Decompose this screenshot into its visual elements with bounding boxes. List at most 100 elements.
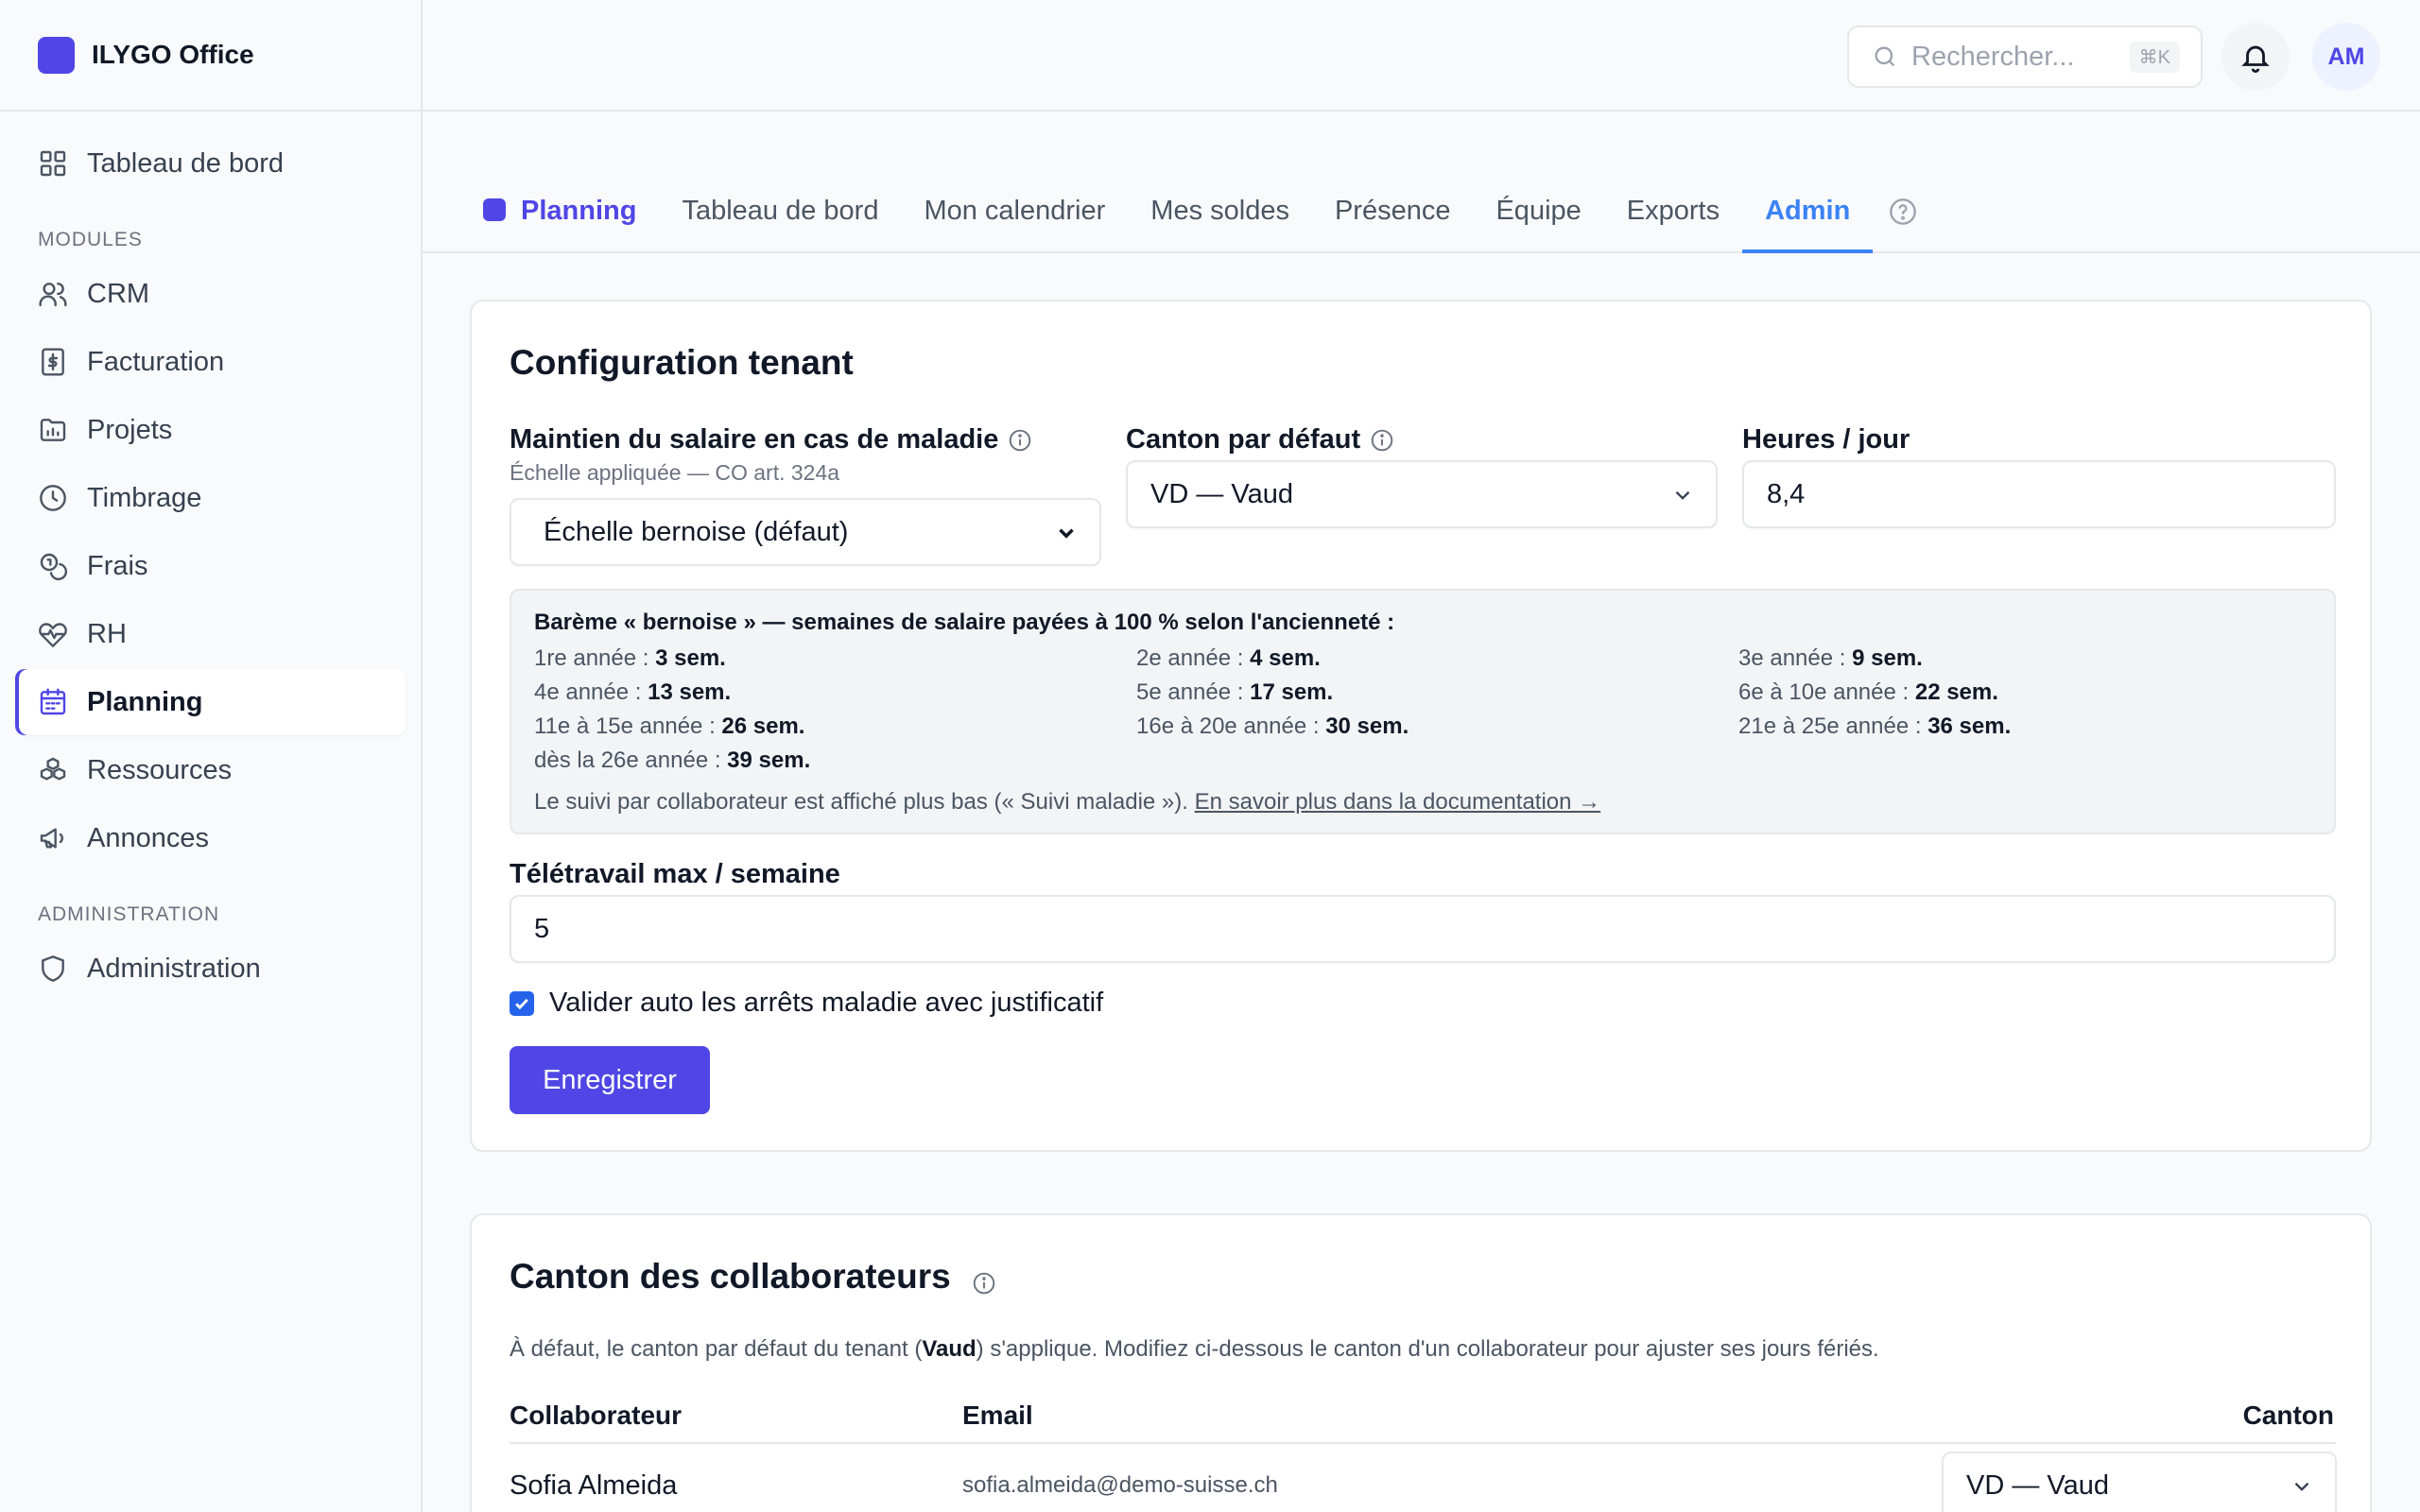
help-button[interactable]	[1873, 110, 1933, 251]
auto-validate-label: Valider auto les arrêts maladie avec jus…	[549, 988, 1104, 1018]
card-description: À défaut, le canton par défaut du tenant…	[510, 1336, 1879, 1362]
sidebar-item-ressources[interactable]: Ressources	[15, 737, 406, 803]
auto-validate-checkbox[interactable]	[510, 990, 534, 1016]
employee-canton-value: VD — Vaud	[1966, 1469, 2109, 1501]
megaphone-icon	[40, 828, 63, 849]
tab-label: Planning	[521, 196, 637, 226]
card-title-text: Canton des collaborateurs	[510, 1257, 951, 1296]
sidebar-item-label: Timbrage	[87, 482, 202, 513]
sidebar-item-administration[interactable]: Administration	[15, 936, 406, 1002]
tab-exports[interactable]: Exports	[1604, 112, 1742, 253]
tab-equipe[interactable]: Équipe	[1473, 112, 1603, 253]
sidebar-item-label: Annonces	[87, 822, 209, 853]
sidebar-item-frais[interactable]: Frais	[15, 533, 406, 599]
tab-presence[interactable]: Présence	[1312, 112, 1474, 253]
clock-icon	[40, 485, 66, 511]
search-shortcut: ⌘K	[2129, 41, 2180, 73]
dashboard-grid-icon	[40, 150, 66, 177]
canton-select-value: VD — Vaud	[1150, 478, 1293, 509]
users-icon	[39, 283, 67, 307]
sidebar-item-rh[interactable]: RH	[15, 601, 406, 667]
sidebar-item-label: Tableau de bord	[87, 147, 284, 179]
column-header-collaborateur[interactable]: Collaborateur	[510, 1400, 682, 1431]
calendar-icon	[40, 688, 66, 715]
sidebar-item-label: Planning	[87, 686, 203, 717]
bareme-row: 4e année : 13 sem.	[534, 679, 732, 705]
coins-icon	[40, 553, 68, 581]
documentation-link[interactable]: En savoir plus dans la documentation →	[1195, 789, 1601, 815]
bareme-row: 21e à 25e année : 36 sem.	[1738, 713, 2012, 739]
bareme-row: 16e à 20e année : 30 sem.	[1136, 713, 1409, 739]
maintien-label: Maintien du salaire en cas de maladie	[510, 424, 1032, 455]
table-cell-email: sofia.almeida@demo-suisse.ch	[962, 1472, 1278, 1498]
sidebar-section-modules: MODULES	[38, 229, 143, 250]
bareme-row: 2e année : 4 sem.	[1136, 645, 1321, 671]
sidebar-section-administration: ADMINISTRATION	[38, 903, 220, 925]
info-icon[interactable]	[1008, 428, 1032, 453]
save-button[interactable]: Enregistrer	[510, 1046, 710, 1114]
bareme-row: 6e à 10e année : 22 sem.	[1738, 679, 1998, 705]
search-icon	[1875, 46, 1895, 67]
tab-tableau-de-bord[interactable]: Tableau de bord	[659, 112, 901, 253]
canton-label-text: Canton par défaut	[1126, 424, 1361, 455]
heures-label: Heures / jour	[1742, 424, 1910, 455]
folder-chart-icon	[40, 419, 66, 441]
maintien-sublabel: Échelle appliquée — CO art. 324a	[510, 460, 840, 485]
bareme-panel: Barème « bernoise » — semaines de salair…	[510, 589, 2336, 834]
info-icon[interactable]	[972, 1264, 996, 1295]
canton-select[interactable]: VD — Vaud	[1126, 460, 1718, 528]
module-tabs: Planning Tableau de bord Mon calendrier …	[423, 112, 2420, 253]
sidebar-item-label: Facturation	[87, 346, 225, 377]
heart-pulse-icon	[39, 623, 67, 647]
sidebar-nav: Tableau de bord MODULES CRM Facturation …	[0, 130, 421, 1002]
bareme-title: Barème « bernoise » — semaines de salair…	[534, 610, 1395, 635]
canton-label: Canton par défaut	[1126, 424, 1394, 455]
tab-planning-module[interactable]: Planning	[483, 112, 659, 253]
employee-canton-select[interactable]: VD — Vaud	[1942, 1452, 2337, 1512]
tenant-config-card: Configuration tenant Maintien du salaire…	[470, 300, 2372, 1152]
maintien-label-text: Maintien du salaire en cas de maladie	[510, 424, 999, 455]
tab-mes-soldes[interactable]: Mes soldes	[1128, 112, 1312, 253]
column-header-email[interactable]: Email	[962, 1400, 1033, 1431]
card-title: Canton des collaborateurs	[510, 1257, 996, 1297]
shield-icon	[42, 955, 64, 982]
search-placeholder: Rechercher...	[1911, 41, 2075, 72]
bareme-row: 5e année : 17 sem.	[1136, 679, 1334, 705]
sidebar-item-planning[interactable]: Planning	[15, 669, 406, 735]
table-header-divider	[510, 1442, 2336, 1444]
notifications-button[interactable]	[2221, 23, 2290, 91]
sidebar-item-label: Projets	[87, 414, 173, 445]
invoice-icon	[42, 348, 64, 376]
chevron-down-icon	[1054, 521, 1079, 553]
check-icon	[515, 998, 528, 1009]
auto-validate-row: Valider auto les arrêts maladie avec jus…	[510, 988, 1103, 1019]
heures-input-value: 8,4	[1767, 478, 1806, 509]
maintien-select-value: Échelle bernoise (défaut)	[544, 516, 849, 547]
sidebar-item-annonces[interactable]: Annonces	[15, 805, 406, 871]
bareme-row: 3e année : 9 sem.	[1738, 645, 1923, 671]
avatar[interactable]: AM	[2312, 23, 2380, 91]
sidebar-item-crm[interactable]: CRM	[15, 261, 406, 327]
search-input[interactable]: Rechercher... ⌘K	[1847, 26, 2203, 88]
maintien-select[interactable]: Échelle bernoise (défaut)	[510, 498, 1101, 566]
employee-canton-card: Canton des collaborateurs À défaut, le c…	[470, 1213, 2372, 1512]
chevron-down-icon	[1670, 483, 1695, 515]
bareme-row: 1re année : 3 sem.	[534, 645, 726, 671]
tab-mon-calendrier[interactable]: Mon calendrier	[901, 112, 1128, 253]
sidebar-item-projets[interactable]: Projets	[15, 397, 406, 463]
planning-module-icon	[483, 198, 506, 221]
sidebar: ILYGO Office Tableau de bord MODULES CRM…	[0, 0, 423, 1512]
heures-input[interactable]: 8,4	[1742, 460, 2336, 528]
brand[interactable]: ILYGO Office	[0, 0, 421, 112]
sidebar-item-tableau-de-bord[interactable]: Tableau de bord	[15, 130, 406, 197]
column-header-canton[interactable]: Canton	[2243, 1400, 2334, 1431]
table-cell-name: Sofia Almeida	[510, 1470, 678, 1501]
tab-admin[interactable]: Admin	[1742, 112, 1874, 253]
teletravail-input-value: 5	[534, 913, 550, 944]
brand-logo	[38, 36, 75, 74]
sidebar-item-timbrage[interactable]: Timbrage	[15, 465, 406, 531]
teletravail-input[interactable]: 5	[510, 895, 2336, 963]
sidebar-item-facturation[interactable]: Facturation	[15, 329, 406, 395]
bareme-footer: Le suivi par collaborateur est affiché p…	[534, 789, 1600, 816]
info-icon[interactable]	[1370, 428, 1394, 453]
